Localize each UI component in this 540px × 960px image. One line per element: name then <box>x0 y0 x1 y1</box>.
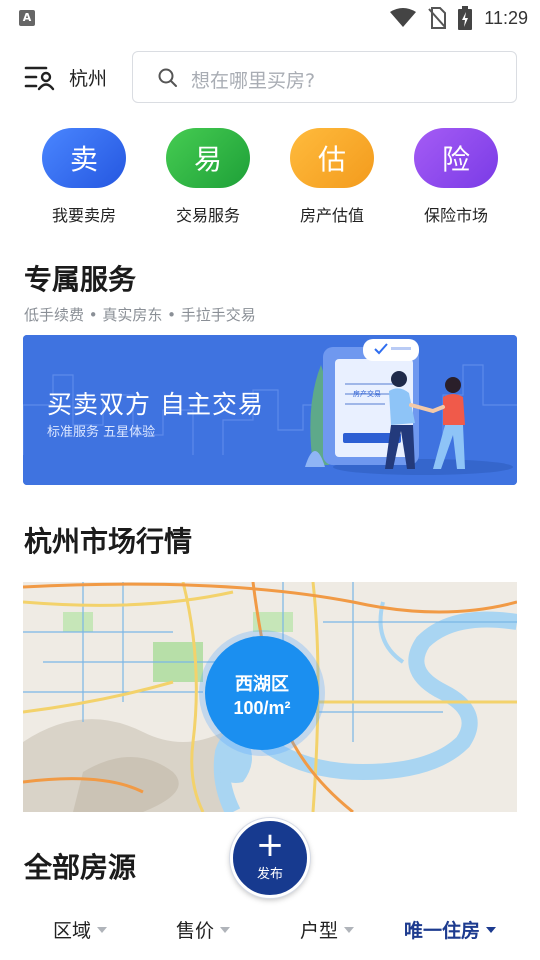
filter-label: 户型 <box>300 920 339 942</box>
quick-action-label: 交易服务 <box>175 206 240 225</box>
filter-area[interactable]: 区域 <box>53 916 108 943</box>
quick-action-insurance[interactable]: 险 保险市场 <box>394 128 518 226</box>
district-price: 100/m² <box>233 698 291 718</box>
filter-price[interactable]: 售价 <box>176 916 231 943</box>
exclusive-service-subtitle: 低手续费 • 真实房东 • 手拉手交易 <box>24 306 256 324</box>
publish-button[interactable]: + 发布 <box>230 818 310 898</box>
quick-action-label: 房产估值 <box>299 206 364 225</box>
status-bar: A 11:29 <box>0 0 540 36</box>
quick-action-label: 我要卖房 <box>51 206 116 225</box>
banner-doc-label: 房产交易 <box>353 390 381 398</box>
search-placeholder: 想在哪里买房? <box>191 70 316 92</box>
status-time: 11:29 <box>484 7 528 28</box>
wifi-icon <box>390 8 417 27</box>
search-icon <box>158 68 177 87</box>
filter-bar: 区域 售价 户型 唯一住房 <box>0 904 540 954</box>
filter-label: 区域 <box>53 920 92 942</box>
market-title: 杭州市场行情 <box>24 525 193 558</box>
filter-label: 售价 <box>176 920 215 942</box>
no-sim-icon <box>428 7 447 29</box>
trade-icon: 易 <box>166 128 250 188</box>
district-price-bubble[interactable]: 西湖区 100/m² <box>205 636 319 750</box>
valuation-icon: 估 <box>290 128 374 188</box>
listings-title: 全部房源 <box>24 851 137 884</box>
quick-action-trade[interactable]: 易 交易服务 <box>146 128 270 226</box>
quick-actions: 卖 我要卖房 易 交易服务 估 房产估值 险 保险市场 <box>0 128 540 228</box>
plus-icon: + <box>255 825 285 865</box>
top-bar: 杭州 想在哪里买房? <box>0 50 540 104</box>
banner-title: 买卖双方 自主交易 <box>47 390 264 419</box>
filter-label: 唯一住房 <box>404 920 481 942</box>
quick-action-valuation[interactable]: 估 房产估值 <box>270 128 394 226</box>
battery-charging-icon <box>458 6 473 30</box>
search-input[interactable]: 想在哪里买房? <box>132 51 517 103</box>
filter-only-home[interactable]: 唯一住房 <box>404 916 497 943</box>
a-letter-icon: A <box>19 10 35 26</box>
quick-action-sell[interactable]: 卖 我要卖房 <box>22 128 146 226</box>
city-selector[interactable]: 杭州 <box>69 64 107 91</box>
district-name: 西湖区 <box>235 674 289 695</box>
caret-down-icon <box>97 926 108 933</box>
service-banner[interactable]: 买卖双方 自主交易 标准服务 五星体验 房产交易 <box>23 335 517 485</box>
caret-down-icon <box>344 926 355 933</box>
filter-layout[interactable]: 户型 <box>300 916 355 943</box>
market-map[interactable]: 西湖区 100/m² <box>23 582 517 812</box>
caret-down-icon <box>220 926 231 933</box>
publish-label: 发布 <box>256 867 283 882</box>
status-icons: 11:29 <box>390 6 528 30</box>
banner-subtitle: 标准服务 五星体验 <box>47 425 156 440</box>
sell-icon: 卖 <box>42 128 126 188</box>
exclusive-service-title: 专属服务 <box>24 263 137 296</box>
caret-down-icon <box>486 926 497 933</box>
menu-profile-icon[interactable] <box>24 64 56 92</box>
quick-action-label: 保险市场 <box>423 206 488 225</box>
insurance-icon: 险 <box>414 128 498 188</box>
